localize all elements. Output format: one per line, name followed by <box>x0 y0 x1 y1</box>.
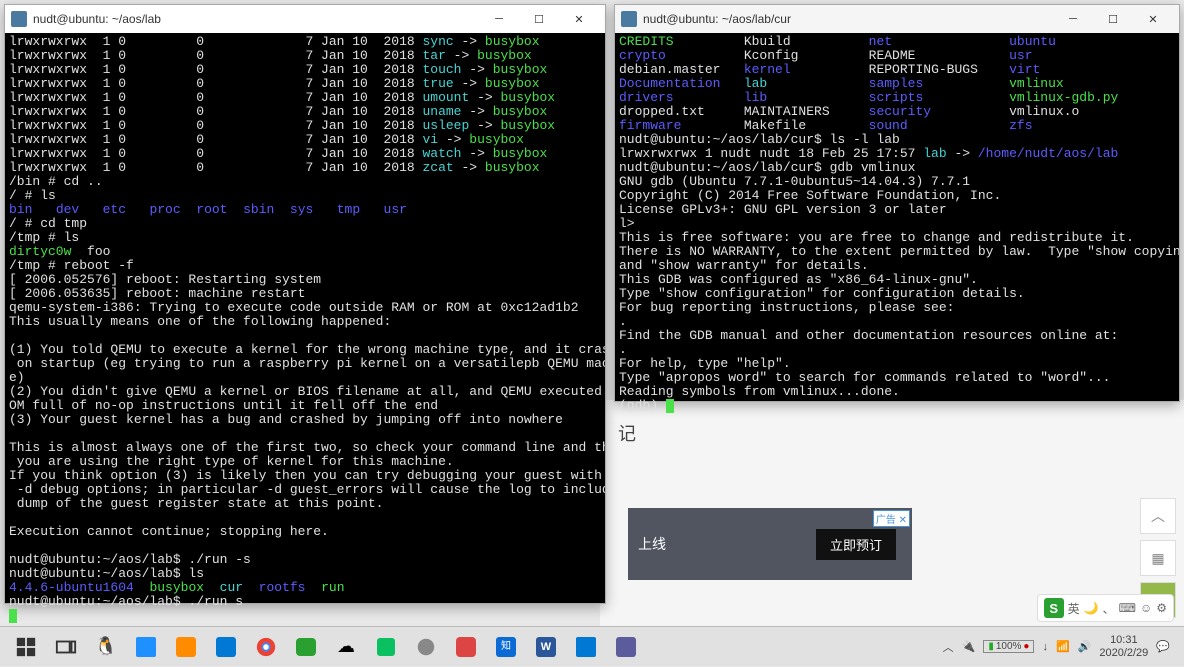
taskbar-wechat[interactable] <box>286 627 326 667</box>
notification-icon[interactable]: 💬 <box>1156 640 1170 653</box>
tray-expand-icon[interactable]: ︿ <box>943 639 954 655</box>
terminal-content-right[interactable]: CREDITS Kbuild net ubuntu crypto Kconfig… <box>615 33 1179 415</box>
clock-date: 2020/2/29 <box>1099 647 1148 660</box>
maximize-button[interactable]: ☐ <box>1093 7 1133 31</box>
putty-icon <box>11 11 27 27</box>
ad-left-text: 上线 <box>638 534 666 554</box>
tray-wifi-icon[interactable]: 📶 <box>1056 640 1070 653</box>
putty-icon <box>621 11 637 27</box>
ad-badge[interactable]: 广告 ✕ <box>873 510 910 527</box>
qr-button[interactable]: ▦ <box>1140 540 1176 576</box>
tray-download-icon[interactable]: ↓ <box>1042 641 1048 653</box>
terminal-window-right[interactable]: nudt@ubuntu: ~/aos/lab/cur ─ ☐ ✕ CREDITS… <box>614 4 1180 402</box>
titlebar-right[interactable]: nudt@ubuntu: ~/aos/lab/cur ─ ☐ ✕ <box>615 5 1179 33</box>
titlebar-left[interactable]: nudt@ubuntu: ~/aos/lab ─ ☐ ✕ <box>5 5 605 33</box>
close-button[interactable]: ✕ <box>1133 7 1173 31</box>
ime-moon-icon[interactable]: 🌙 <box>1084 601 1099 615</box>
taskview-button[interactable] <box>46 627 86 667</box>
taskbar-word[interactable]: W <box>526 627 566 667</box>
terminal-window-left[interactable]: nudt@ubuntu: ~/aos/lab ─ ☐ ✕ lrwxrwxrwx … <box>4 4 606 604</box>
system-tray[interactable]: ︿ 🔌 ▮100%● ↓ 📶 🔊 10:31 2020/2/29 💬 <box>935 634 1178 660</box>
taskbar-zhihu[interactable]: 知 <box>486 627 526 667</box>
taskbar-cloud[interactable]: ☁ <box>326 627 366 667</box>
ime-settings-icon[interactable]: ⚙ <box>1156 601 1167 615</box>
taskbar-app-9[interactable] <box>606 627 646 667</box>
scroll-top-button[interactable]: ︿ <box>1140 498 1176 534</box>
ime-keyboard-icon[interactable]: ⌨ <box>1119 601 1136 615</box>
clock-time: 10:31 <box>1099 634 1148 647</box>
taskbar-app-8[interactable] <box>566 627 606 667</box>
taskbar-app-7[interactable] <box>446 627 486 667</box>
minimize-button[interactable]: ─ <box>479 7 519 31</box>
taskbar-app-1[interactable]: 🐧 <box>86 627 126 667</box>
note-text: 记 <box>618 420 636 446</box>
maximize-button[interactable]: ☐ <box>519 7 559 31</box>
ime-bar[interactable]: S 英 🌙 、 ⌨ ☺ ⚙ <box>1037 594 1174 622</box>
battery-indicator[interactable]: ▮100%● <box>983 640 1034 653</box>
taskbar-app-2[interactable] <box>126 627 166 667</box>
sogou-icon[interactable]: S <box>1044 598 1064 618</box>
start-button[interactable] <box>6 627 46 667</box>
clock[interactable]: 10:31 2020/2/29 <box>1099 634 1148 660</box>
minimize-button[interactable]: ─ <box>1053 7 1093 31</box>
taskbar[interactable]: 🐧 ☁ 知 W ︿ 🔌 ▮100%● ↓ 📶 🔊 10:31 2020/2/29… <box>0 626 1184 666</box>
taskbar-chrome[interactable] <box>246 627 286 667</box>
taskbar-app-4[interactable] <box>206 627 246 667</box>
ad-banner[interactable]: 广告 ✕ 上线 立即预订 <box>628 508 912 580</box>
ime-emoji-icon[interactable]: ☺ <box>1140 601 1152 615</box>
tray-volume-icon[interactable]: 🔊 <box>1078 640 1092 653</box>
taskbar-app-3[interactable] <box>166 627 206 667</box>
ime-punct-icon[interactable]: 、 <box>1103 600 1115 617</box>
taskbar-app-5[interactable] <box>366 627 406 667</box>
close-button[interactable]: ✕ <box>559 7 599 31</box>
window-title: nudt@ubuntu: ~/aos/lab <box>33 12 479 26</box>
ime-lang[interactable]: 英 <box>1068 600 1080 617</box>
taskbar-app-6[interactable] <box>406 627 446 667</box>
tray-power-icon[interactable]: 🔌 <box>962 640 976 653</box>
ad-cta-button[interactable]: 立即预订 <box>816 529 896 560</box>
terminal-content-left[interactable]: lrwxrwxrwx 1 0 0 7 Jan 10 2018 sync -> b… <box>5 33 605 625</box>
window-title: nudt@ubuntu: ~/aos/lab/cur <box>643 12 1053 26</box>
